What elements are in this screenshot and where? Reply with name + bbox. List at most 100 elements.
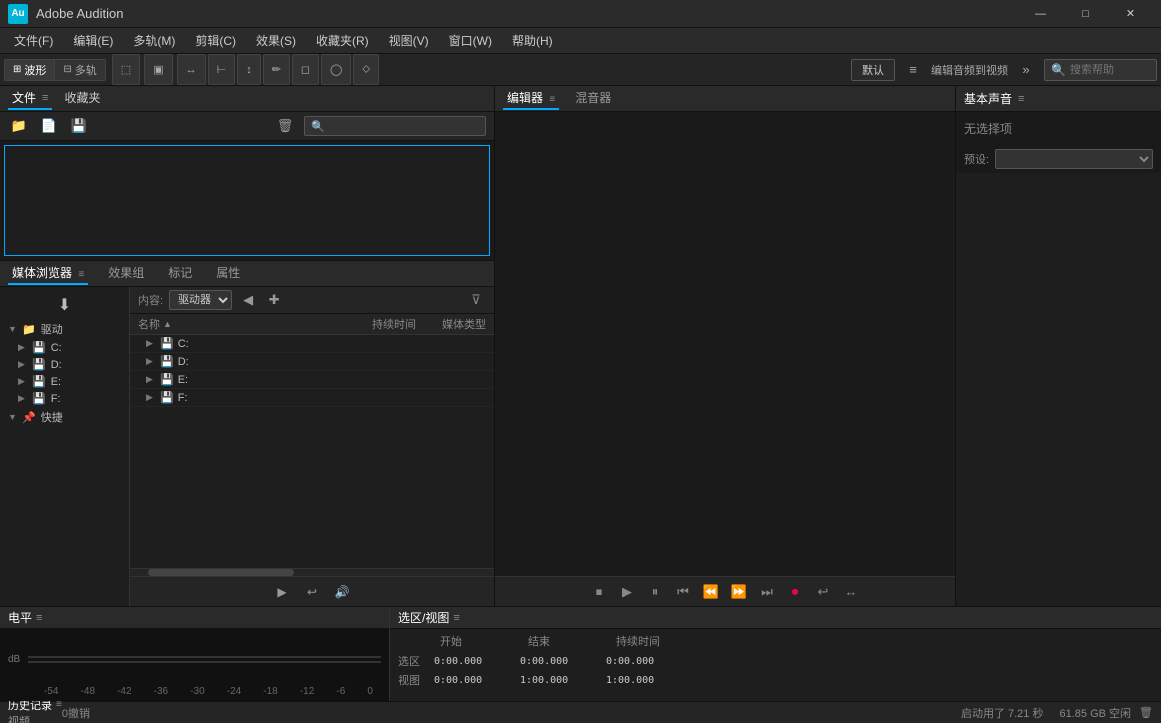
tab-markers[interactable]: 标记 xyxy=(164,262,196,285)
open-folder-icon[interactable]: 📁 xyxy=(8,116,30,136)
tree-import-button[interactable]: ⬇ xyxy=(0,291,129,319)
mix-button[interactable]: ↔ xyxy=(839,580,863,604)
pause-button[interactable]: ⏸ xyxy=(643,580,667,604)
drive-d-label: D: xyxy=(178,356,328,368)
minimize-button[interactable]: — xyxy=(1018,0,1063,28)
chevron-right-icon: ▶ xyxy=(18,393,28,404)
editor-tabs: 编辑器 ≡ 混音器 xyxy=(495,86,955,112)
selection-menu-icon[interactable]: ≡ xyxy=(453,612,459,624)
scrollbar-thumb[interactable] xyxy=(148,569,294,576)
tab-collections[interactable]: 收藏夹 xyxy=(60,87,104,110)
go-start-button[interactable]: ⏮ xyxy=(671,580,695,604)
play-button[interactable]: ▶ xyxy=(615,580,639,604)
media-browser-menu[interactable]: ≡ xyxy=(78,269,84,280)
title-bar: Au Adobe Audition — □ ✕ xyxy=(0,0,1161,28)
menu-item-V[interactable]: 视图(V) xyxy=(379,30,439,52)
close-button[interactable]: ✕ xyxy=(1108,0,1153,28)
view-end-value: 1:00.000 xyxy=(520,675,600,686)
tree-drive-d[interactable]: ▶ 💾 D: xyxy=(0,356,129,373)
view-mode-group: ⊞ 波形 ⊟ 多轨 xyxy=(4,59,106,81)
expand-button[interactable]: » xyxy=(1014,59,1038,81)
basic-sound-menu-icon[interactable]: ≡ xyxy=(1018,93,1024,105)
delete-file-icon[interactable]: 🗑 xyxy=(274,116,296,136)
tab-media-browser[interactable]: 媒体浏览器 ≡ xyxy=(8,262,88,285)
column-duration[interactable]: 持续时间 xyxy=(336,316,416,332)
play-button[interactable]: ▶ xyxy=(271,581,293,603)
tree-drive-f[interactable]: ▶ 💾 F: xyxy=(0,390,129,407)
menu-item-M[interactable]: 多轨(M) xyxy=(123,30,185,52)
drive-icon: 💾 xyxy=(160,391,174,404)
menu-item-H[interactable]: 帮助(H) xyxy=(502,30,563,52)
column-name[interactable]: 名称 ▲ xyxy=(138,316,336,332)
help-search-input[interactable] xyxy=(1070,64,1150,76)
workspace-menu-button[interactable]: ≡ xyxy=(901,59,925,81)
db-marker: -18 xyxy=(263,686,277,697)
new-file-icon[interactable]: 📄 xyxy=(38,116,60,136)
horizontal-scrollbar[interactable] xyxy=(130,568,494,576)
menu-item-R[interactable]: 收藏夹(R) xyxy=(306,30,379,52)
table-row[interactable]: ▶ 💾 E: xyxy=(130,371,494,389)
menu-item-C[interactable]: 剪辑(C) xyxy=(185,30,246,52)
preset-label: 预设: xyxy=(964,151,989,167)
auto-play-button[interactable]: 🔊 xyxy=(331,581,353,603)
delete-icon[interactable]: 🗑 xyxy=(1139,706,1153,719)
db-marker: -30 xyxy=(190,686,204,697)
tree-shortcuts-group[interactable]: ▼ 📌 快捷 xyxy=(0,407,129,427)
menu-item-W[interactable]: 窗口(W) xyxy=(439,30,502,52)
undo-count: 0撤销 xyxy=(62,705,90,721)
tab-video[interactable]: 视频 xyxy=(8,713,62,723)
file-search-box: 🔍 xyxy=(304,116,486,136)
column-type[interactable]: 媒体类型 xyxy=(416,316,486,332)
clip-tool-button[interactable]: ▣ xyxy=(144,54,172,85)
save-file-icon[interactable]: 💾 xyxy=(68,116,90,136)
tab-effects[interactable]: 效果组 xyxy=(104,262,148,285)
stop-button[interactable]: ⏹ xyxy=(587,580,611,604)
menu-item-S[interactable]: 效果(S) xyxy=(246,30,306,52)
fast-forward-button[interactable]: ⏩ xyxy=(727,580,751,604)
default-workspace-button[interactable]: 默认 xyxy=(851,59,895,81)
drive-icon: 💾 xyxy=(160,355,174,368)
content-type-select[interactable]: 驱动器 xyxy=(169,290,232,310)
table-row[interactable]: ▶ 💾 D: xyxy=(130,353,494,371)
tab-editor[interactable]: 编辑器 ≡ xyxy=(503,87,559,110)
record-button[interactable]: ⏺ xyxy=(783,580,807,604)
go-end-button[interactable]: ⏭ xyxy=(755,580,779,604)
tab-mixer[interactable]: 混音器 xyxy=(571,87,615,110)
file-panel-menu-icon[interactable]: ≡ xyxy=(42,92,48,104)
disk-info: 61.85 GB 空闲 xyxy=(1059,705,1131,721)
rewind-button[interactable]: ⏪ xyxy=(699,580,723,604)
move-tool-button[interactable]: ↔ xyxy=(177,54,206,85)
pencil-tool-button[interactable]: ✏ xyxy=(263,54,290,85)
loop-button[interactable]: ↩ xyxy=(811,580,835,604)
filter-button[interactable]: ⊽ xyxy=(466,290,486,310)
tree-drive-e[interactable]: ▶ 💾 E: xyxy=(0,373,129,390)
preset-select[interactable] xyxy=(995,149,1153,169)
select-tool-button[interactable]: ↕ xyxy=(237,54,261,85)
fade-tool-button[interactable]: ◯ xyxy=(321,54,351,85)
menu-item-E[interactable]: 编辑(E) xyxy=(63,30,123,52)
add-folder-button[interactable]: ✚ xyxy=(264,290,284,310)
editor-menu-icon[interactable]: ≡ xyxy=(549,94,555,105)
menu-item-F[interactable]: 文件(F) xyxy=(4,30,63,52)
tab-properties[interactable]: 属性 xyxy=(212,262,244,285)
table-row[interactable]: ▶ 💾 F: xyxy=(130,389,494,407)
file-search-input[interactable] xyxy=(329,120,479,132)
tab-file[interactable]: 文件 ≡ xyxy=(8,87,52,110)
db-marker: -54 xyxy=(44,686,58,697)
level-menu-icon[interactable]: ≡ xyxy=(36,612,42,624)
db-marker: -12 xyxy=(300,686,314,697)
waveform-button[interactable]: ⊞ 波形 xyxy=(5,60,55,80)
nav-back-button[interactable]: ◀ xyxy=(238,290,258,310)
tree-drive-group[interactable]: ▼ 📁 驱动 xyxy=(0,319,129,339)
marquee-tool-button[interactable]: ⬦ xyxy=(353,54,379,85)
trim-tool-button[interactable]: ⊢ xyxy=(208,54,236,85)
tree-drive-c[interactable]: ▶ 💾 C: xyxy=(0,339,129,356)
maximize-button[interactable]: □ xyxy=(1063,0,1108,28)
drive-e-label: E: xyxy=(178,374,328,386)
multitrack-button[interactable]: ⊟ 多轨 xyxy=(55,60,104,80)
frame-tool-button[interactable]: ⬚ xyxy=(112,54,140,85)
erase-tool-button[interactable]: ◻ xyxy=(292,54,319,85)
shortcut-icon: 📌 xyxy=(22,411,36,424)
loop-button[interactable]: ↩ xyxy=(301,581,323,603)
table-row[interactable]: ▶ 💾 C: xyxy=(130,335,494,353)
